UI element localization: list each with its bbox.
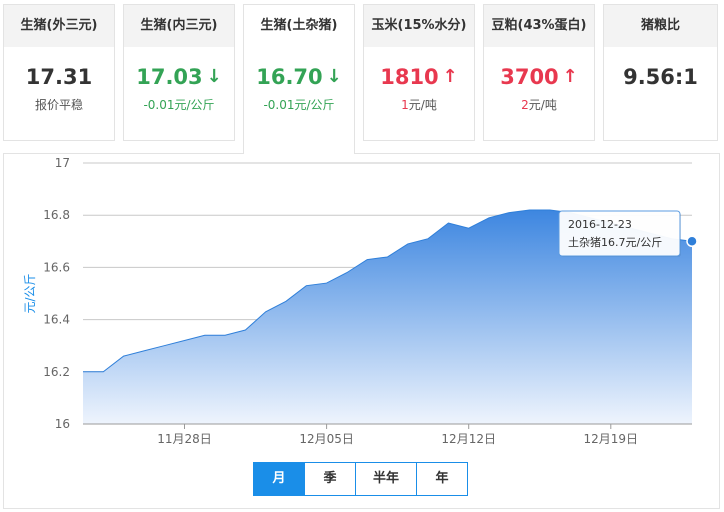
card-hog-grain-ratio[interactable]: 猪粮比 9.56:1 [603,4,718,141]
tab-quarter[interactable]: 季 [304,463,355,495]
chart-panel: 16 16.2 16.4 16.6 16.8 17 元/公斤 11月28日 12月05日 12月1… [3,153,720,509]
tooltip-value: 土杂猪16.7元/公斤 [568,236,662,249]
arrow-up-icon: ↑ [562,66,578,87]
card-price: 1810 ↑ [380,65,458,89]
x-tick-label: 12月19日 [584,432,639,446]
card-title: 豆粕(43%蛋白) [484,5,594,47]
card-change: -0.01元/公斤 [143,98,215,112]
price-cards: 生猪(外三元) 17.31 报价平稳 生猪(内三元) 17.03 ↓ -0.01元… [3,4,721,154]
card-title: 生猪(外三元) [4,5,114,47]
y-tick-label: 16.8 [43,208,70,222]
card-title: 猪粮比 [604,5,717,47]
tooltip-date: 2016-12-23 [568,218,632,231]
card-change: 报价平稳 [34,98,83,112]
x-tick-label: 12月05日 [299,432,354,446]
tab-half-year[interactable]: 半年 [355,463,416,495]
card-price: 17.03 ↓ [136,65,222,89]
card-price: 3700 ↑ [500,65,578,89]
y-axis-label: 元/公斤 [23,273,37,313]
card-price: 16.70 ↓ [256,65,342,89]
y-tick-label: 16.2 [43,365,70,379]
period-tabs: 月 季 半年 年 [253,462,468,496]
tab-month[interactable]: 月 [254,463,304,495]
y-tick-label: 16 [55,417,70,431]
card-change: 2元/吨 [521,98,557,112]
card-neisanyuan[interactable]: 生猪(内三元) 17.03 ↓ -0.01元/公斤 [123,4,235,141]
card-change: -0.01元/公斤 [263,98,335,112]
arrow-down-icon: ↓ [206,66,222,87]
arrow-down-icon: ↓ [326,66,342,87]
y-tick-label: 16.4 [43,313,70,327]
card-price: 17.31 [25,65,93,89]
card-title: 玉米(15%水分) [364,5,474,47]
arrow-up-icon: ↑ [442,66,458,87]
card-soymeal[interactable]: 豆粕(43%蛋白) 3700 ↑ 2元/吨 [483,4,595,141]
tab-year[interactable]: 年 [416,463,467,495]
card-tuzazhu[interactable]: 生猪(土杂猪) 16.70 ↓ -0.01元/公斤 [243,4,355,154]
card-title: 生猪(土杂猪) [244,5,354,47]
card-price: 9.56:1 [623,65,698,89]
card-waisanyuan[interactable]: 生猪(外三元) 17.31 报价平稳 [3,4,115,141]
y-tick-label: 17 [55,156,70,170]
card-change: 1元/吨 [401,98,437,112]
x-tick-label: 12月12日 [441,432,496,446]
price-chart[interactable]: 16 16.2 16.4 16.6 16.8 17 元/公斤 11月28日 12月05日 12月1… [4,154,719,508]
card-corn[interactable]: 玉米(15%水分) 1810 ↑ 1元/吨 [363,4,475,141]
y-tick-label: 16.6 [43,260,70,274]
x-tick-label: 11月28日 [157,432,212,446]
data-point-marker [686,235,698,248]
card-title: 生猪(内三元) [124,5,234,47]
